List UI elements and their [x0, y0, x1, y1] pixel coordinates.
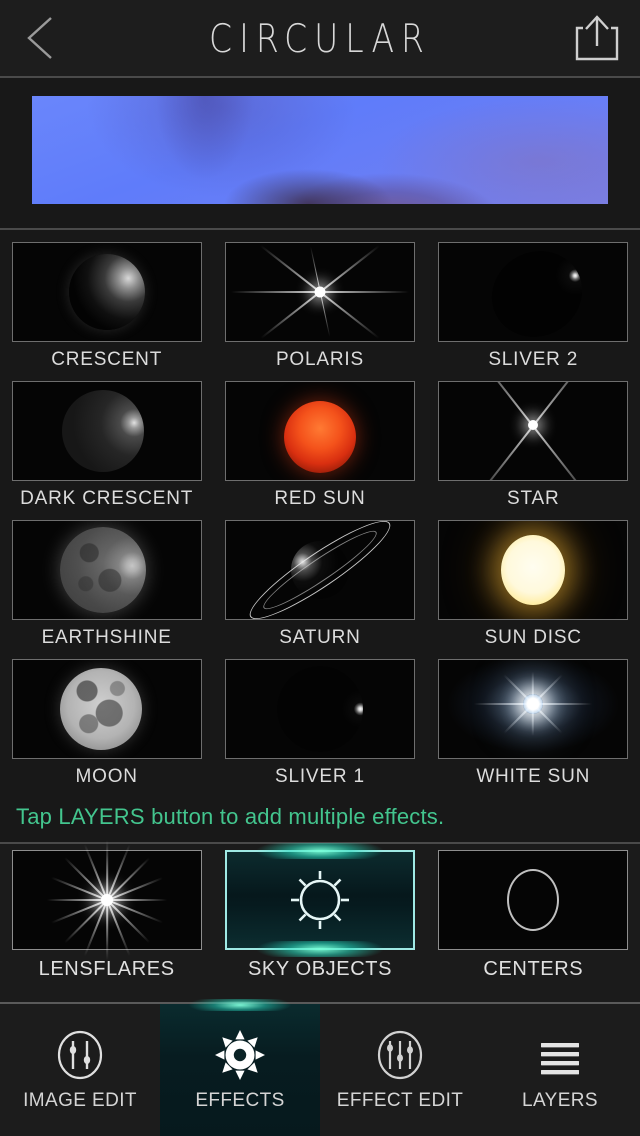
effect-thumbnail[interactable] — [438, 381, 629, 481]
effect-thumbnail[interactable] — [11, 659, 202, 759]
earthshine-moon-icon — [13, 521, 201, 619]
starburst-core — [100, 894, 113, 906]
category-tile[interactable] — [11, 840, 202, 961]
category-label: CENTERS — [483, 958, 584, 980]
effect-label: SLIVER 2 — [488, 349, 579, 370]
circle-icon — [507, 869, 560, 931]
category-item-centers[interactable]: CENTERS — [427, 850, 640, 1002]
ringed-planet-icon — [226, 521, 414, 619]
category-item-sky-objects[interactable]: SKY OBJECTS — [213, 843, 426, 1002]
effect-label: SLIVER 1 — [275, 766, 365, 787]
effect-label: STAR — [507, 488, 560, 509]
category-label: LENSFLARES — [38, 958, 175, 980]
tab-image-edit[interactable]: IMAGE EDIT — [0, 1004, 160, 1136]
effect-thumbnail[interactable] — [224, 381, 415, 481]
effect-item-polaris[interactable]: POLARIS — [213, 236, 426, 375]
crescent-moon-icon — [13, 243, 201, 341]
effects-grid: CRESCENT POLARIS SLIVER 2 DARK CRESCENT … — [0, 230, 640, 792]
effect-thumbnail[interactable] — [438, 242, 629, 342]
effects-row: EARTHSHINE SATURN SUN DISC — [0, 514, 640, 653]
white-sun-burst-icon — [439, 660, 628, 758]
effect-label: EARTHSHINE — [41, 627, 172, 648]
effect-item-white-sun[interactable]: WHITE SUN — [427, 653, 640, 792]
bottom-tab-bar: IMAGE EDIT EFFECTS EFFECT EDIT LAYERS — [0, 999, 640, 1136]
tab-label: LAYERS — [522, 1089, 598, 1111]
effect-item-saturn[interactable]: SATURN — [213, 514, 426, 653]
sun-filled-icon — [215, 1029, 265, 1080]
sun-outline-icon — [290, 871, 349, 929]
page-title: CIRCULAR — [209, 14, 431, 62]
effect-label: SATURN — [279, 627, 361, 648]
share-button[interactable] — [554, 0, 640, 77]
preview-banner — [0, 78, 640, 230]
category-row: LENSFLARES SKY OBJECTS CENTERS — [0, 840, 640, 1004]
share-upload-icon — [575, 15, 619, 61]
app-header: CIRCULAR — [0, 0, 640, 78]
red-sun-orb-icon — [226, 382, 414, 480]
effect-item-moon[interactable]: MOON — [0, 653, 213, 792]
effect-thumbnail[interactable] — [224, 242, 415, 342]
effects-row: CRESCENT POLARIS SLIVER 2 — [0, 236, 640, 375]
effects-row: DARK CRESCENT RED SUN STAR — [0, 375, 640, 514]
sliders-three-circle-icon — [377, 1030, 423, 1079]
thin-crescent-arc-icon — [226, 660, 414, 758]
category-item-lensflares[interactable]: LENSFLARES — [0, 840, 213, 1002]
hint-text: Tap LAYERS button to add multiple effect… — [16, 804, 445, 829]
effect-item-crescent[interactable]: CRESCENT — [0, 236, 213, 375]
six-point-star-flare-icon — [226, 243, 414, 341]
effect-thumbnail[interactable] — [11, 520, 202, 620]
effect-thumbnail[interactable] — [11, 242, 202, 342]
category-tile-selected[interactable] — [224, 843, 415, 957]
effect-label: WHITE SUN — [476, 766, 591, 787]
sliders-circle-icon — [57, 1030, 103, 1079]
effect-item-sun-disc[interactable]: SUN DISC — [427, 514, 640, 653]
category-label: SKY OBJECTS — [247, 958, 393, 980]
effect-thumbnail[interactable] — [224, 659, 415, 759]
effect-label: RED SUN — [274, 488, 366, 509]
effect-thumbnail[interactable] — [11, 381, 202, 481]
tab-label: EFFECT EDIT — [336, 1089, 464, 1111]
x-cross-star-icon — [439, 382, 627, 480]
thin-crescent-tilted-icon — [439, 243, 627, 341]
hamburger-lines-icon — [541, 1042, 579, 1074]
app-root: CIRCULAR CRESCENT POLARIS SLIVER 2 DARK … — [0, 0, 640, 1136]
full-moon-icon — [13, 660, 201, 758]
back-button[interactable] — [0, 0, 86, 77]
effect-thumbnail[interactable] — [438, 520, 629, 620]
preview-image[interactable] — [32, 96, 608, 204]
effect-item-dark-crescent[interactable]: DARK CRESCENT — [0, 375, 213, 514]
tab-label: IMAGE EDIT — [23, 1089, 137, 1111]
effects-row: MOON SLIVER 1 WHITE SUN — [0, 653, 640, 792]
effect-label: MOON — [75, 766, 138, 787]
tab-effects[interactable]: EFFECTS — [160, 999, 320, 1136]
effect-thumbnail[interactable] — [224, 520, 415, 620]
dark-crescent-moon-icon — [13, 382, 201, 480]
bright-sun-disc-icon — [439, 521, 627, 619]
tab-layers[interactable]: LAYERS — [480, 1004, 640, 1136]
effect-thumbnail[interactable] — [438, 659, 629, 759]
effect-label: SUN DISC — [484, 627, 582, 648]
category-tile[interactable] — [438, 850, 629, 950]
effect-label: CRESCENT — [51, 349, 163, 370]
effect-label: DARK CRESCENT — [20, 488, 194, 509]
hint-bar: Tap LAYERS button to add multiple effect… — [0, 792, 640, 844]
tab-effect-edit[interactable]: EFFECT EDIT — [320, 1004, 480, 1136]
effect-item-sliver-2[interactable]: SLIVER 2 — [427, 236, 640, 375]
effect-item-sliver-1[interactable]: SLIVER 1 — [213, 653, 426, 792]
effect-item-red-sun[interactable]: RED SUN — [213, 375, 426, 514]
chevron-left-icon — [27, 17, 52, 59]
tab-label: EFFECTS — [195, 1089, 285, 1111]
effect-item-earthshine[interactable]: EARTHSHINE — [0, 514, 213, 653]
effect-item-star[interactable]: STAR — [427, 375, 640, 514]
effect-label: POLARIS — [275, 349, 364, 370]
